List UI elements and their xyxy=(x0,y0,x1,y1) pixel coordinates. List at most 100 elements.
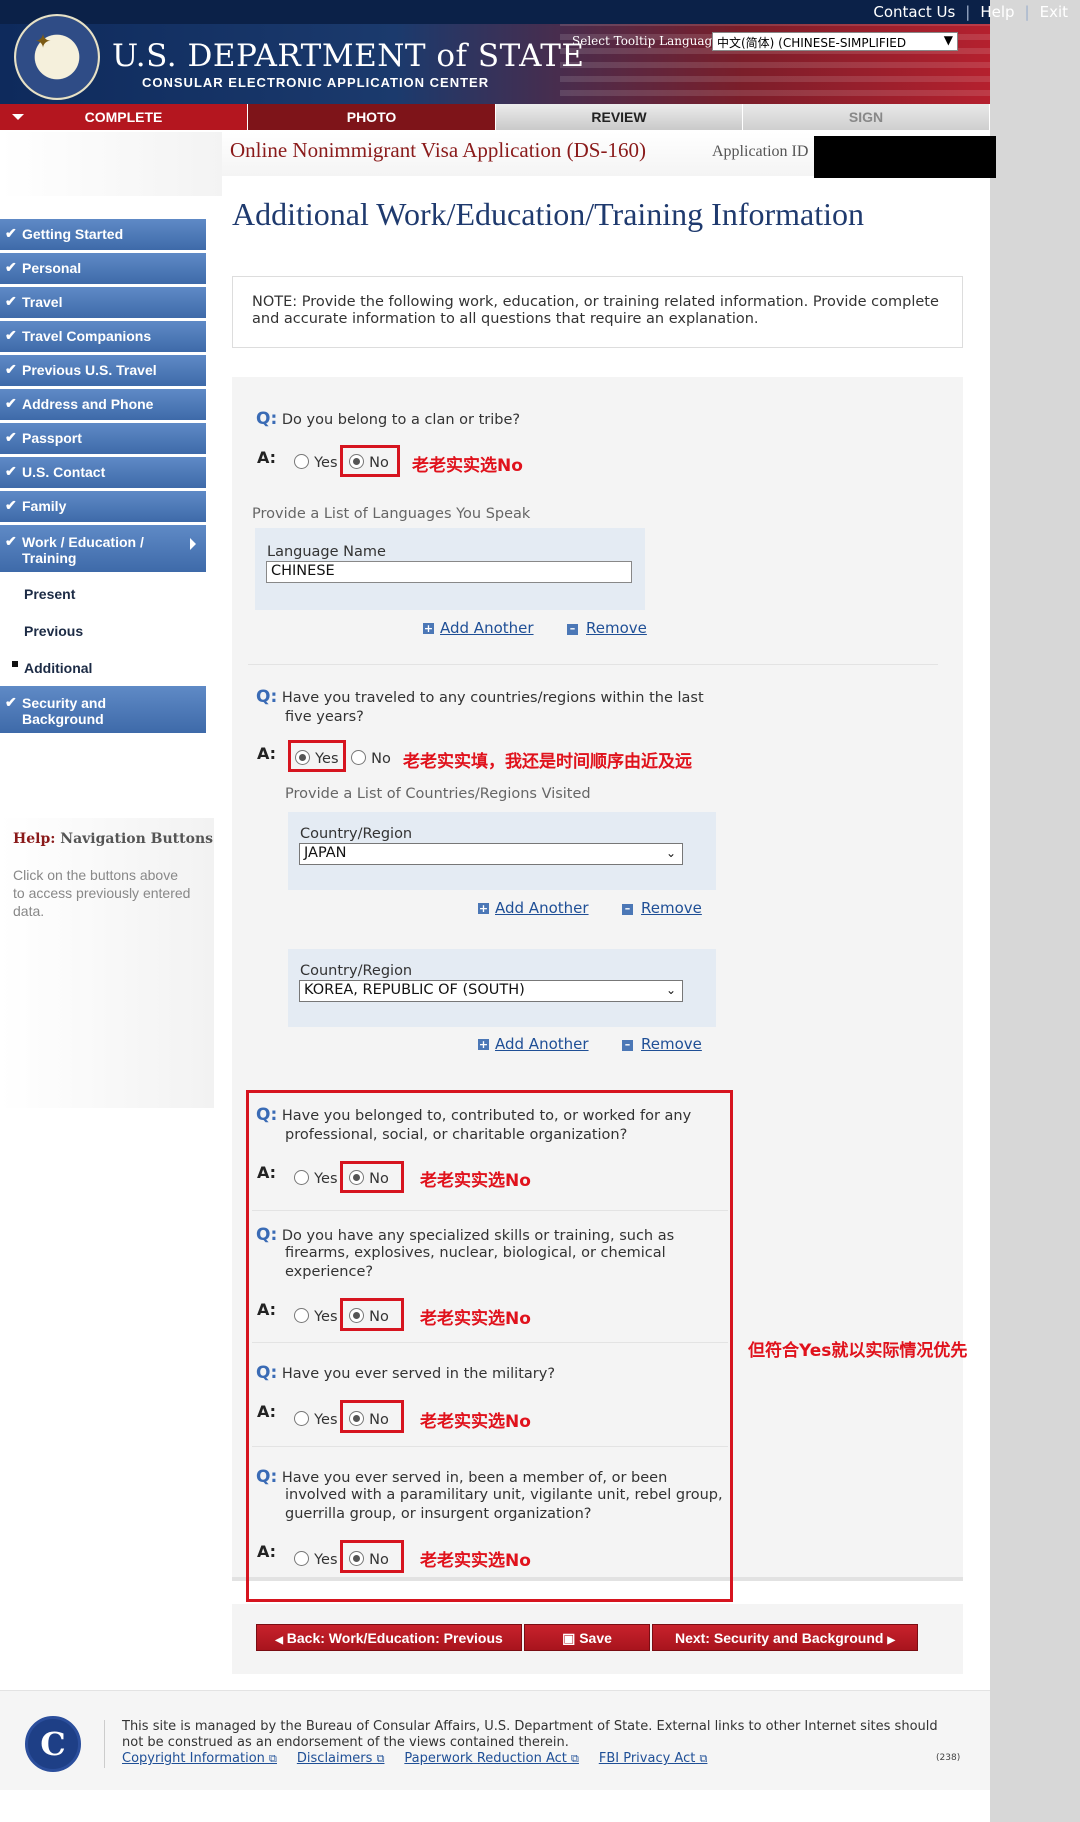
organization-no-option[interactable]: No xyxy=(349,1168,389,1187)
add-another-country-link[interactable]: + Add Another xyxy=(478,1035,589,1053)
sidebar-item-personal[interactable]: ✔ Personal xyxy=(0,253,206,284)
next-button[interactable]: Next: Security and Background ▶ xyxy=(652,1624,918,1651)
radio-button-selected[interactable] xyxy=(349,1170,364,1185)
a-label: A: xyxy=(257,1402,277,1421)
tab-complete[interactable]: COMPLETE xyxy=(0,104,248,130)
radio-label: Yes xyxy=(314,455,338,471)
tab-review[interactable]: REVIEW xyxy=(496,104,743,130)
tooltip-language-select[interactable]: 中文(简体) (CHINESE-SIMPLIFIED ▼ xyxy=(712,32,958,51)
back-button[interactable]: ◀ Back: Work/Education: Previous xyxy=(256,1624,522,1651)
paramilitary-no-option[interactable]: No xyxy=(349,1549,389,1568)
note-box: NOTE: Provide the following work, educat… xyxy=(232,276,963,348)
skills-no-option[interactable]: No xyxy=(349,1306,389,1325)
country-select-1[interactable]: JAPAN ⌄ xyxy=(299,843,683,865)
sidebar-item-label: Travel xyxy=(22,294,63,310)
sidebar-item-work-education[interactable]: ✔ Work / Education / Training xyxy=(0,525,206,572)
help-link[interactable]: Help xyxy=(980,3,1014,21)
sidebar-item-travel-companions[interactable]: ✔ Travel Companions xyxy=(0,321,206,352)
sidebar-item-label: Previous U.S. Travel xyxy=(22,362,157,378)
divider xyxy=(252,1446,728,1447)
top-bar xyxy=(0,0,990,24)
question-text: Have you belonged to, contributed to, or… xyxy=(281,1108,692,1124)
paperwork-reduction-link[interactable]: Paperwork Reduction Act ⧉ xyxy=(404,1751,578,1766)
copyright-link[interactable]: Copyright Information ⧉ xyxy=(122,1751,277,1766)
language-name-input[interactable]: CHINESE xyxy=(266,561,632,583)
tooltip-language-label: Select Tooltip Language xyxy=(572,34,720,48)
sidebar-subitem-label: Additional xyxy=(24,660,93,676)
minus-icon: – xyxy=(622,1039,633,1051)
radio-button-selected[interactable] xyxy=(349,1411,364,1426)
radio-label: No xyxy=(369,1171,389,1187)
radio-button-selected[interactable] xyxy=(349,1551,364,1566)
question-organization: Q: Have you belonged to, contributed to,… xyxy=(256,1106,691,1126)
sidebar-item-previous-us-travel[interactable]: ✔ Previous U.S. Travel xyxy=(0,355,206,386)
sidebar-subitem-present[interactable]: Present xyxy=(0,575,206,612)
question-skills-line2: firearms, explosives, nuclear, biologica… xyxy=(285,1245,666,1261)
tooltip-language-value: 中文(简体) (CHINESE-SIMPLIFIED xyxy=(717,36,907,50)
radio-button[interactable] xyxy=(294,454,309,469)
tab-label: COMPLETE xyxy=(84,109,163,125)
sidebar-item-passport[interactable]: ✔ Passport xyxy=(0,423,206,454)
disclaimers-link[interactable]: Disclaimers ⧉ xyxy=(297,1751,385,1766)
sidebar-item-travel[interactable]: ✔ Travel xyxy=(0,287,206,318)
clan-no-option[interactable]: No xyxy=(349,452,389,471)
divider xyxy=(248,664,938,665)
radio-button-selected[interactable] xyxy=(295,750,310,765)
radio-label: Yes xyxy=(314,1552,338,1568)
radio-button[interactable] xyxy=(294,1170,309,1185)
fbi-privacy-link[interactable]: FBI Privacy Act ⧉ xyxy=(599,1751,707,1766)
radio-button-selected[interactable] xyxy=(349,454,364,469)
sidebar-item-family[interactable]: ✔ Family xyxy=(0,491,206,522)
sidebar-item-us-contact[interactable]: ✔ U.S. Contact xyxy=(0,457,206,488)
help-text: Click on the buttons above to access pre… xyxy=(13,867,191,919)
radio-button[interactable] xyxy=(294,1308,309,1323)
plus-icon: + xyxy=(478,1038,489,1051)
external-link-icon: ⧉ xyxy=(269,1752,277,1765)
radio-button[interactable] xyxy=(351,750,366,765)
travel-no-option[interactable]: No xyxy=(351,748,391,767)
add-another-country-link[interactable]: + Add Another xyxy=(478,899,589,917)
tab-sign: SIGN xyxy=(743,104,990,130)
logo-letter-icon: C xyxy=(40,1725,66,1763)
country-select-2[interactable]: KOREA, REPUBLIC OF (SOUTH) ⌄ xyxy=(299,980,683,1002)
question-skills: Q: Do you have any specialized skills or… xyxy=(256,1226,674,1246)
sidebar-item-security-background[interactable]: ✔ Security and Background xyxy=(0,686,206,733)
paramilitary-yes-option[interactable]: Yes xyxy=(294,1549,338,1568)
triangle-left-icon: ◀ xyxy=(275,1635,283,1646)
tab-photo[interactable]: PHOTO xyxy=(248,104,496,130)
travel-yes-option[interactable]: Yes xyxy=(295,748,339,767)
annotation-travel-note: 老老实实填，我还是时间顺序由近及远 xyxy=(403,752,692,772)
military-yes-option[interactable]: Yes xyxy=(294,1409,338,1428)
add-another-language-link[interactable]: + Add Another xyxy=(423,619,534,637)
country-value: JAPAN xyxy=(304,845,347,861)
remove-country-link[interactable]: – Remove xyxy=(622,1035,702,1053)
radio-button[interactable] xyxy=(294,1551,309,1566)
skills-yes-option[interactable]: Yes xyxy=(294,1306,338,1325)
radio-button-selected[interactable] xyxy=(349,1308,364,1323)
sidebar-item-getting-started[interactable]: ✔ Getting Started xyxy=(0,219,206,250)
organization-yes-option[interactable]: Yes xyxy=(294,1168,338,1187)
divider xyxy=(104,1720,105,1768)
contact-us-link[interactable]: Contact Us xyxy=(873,3,955,21)
clan-yes-option[interactable]: Yes xyxy=(294,452,338,471)
remove-language-link[interactable]: – Remove xyxy=(567,619,647,637)
radio-button[interactable] xyxy=(294,1411,309,1426)
button-label: Save xyxy=(579,1630,612,1646)
remove-country-link[interactable]: – Remove xyxy=(622,899,702,917)
tab-label: SIGN xyxy=(848,109,884,125)
separator: | xyxy=(965,3,971,21)
sidebar-item-label: Family xyxy=(22,498,67,514)
minus-icon: – xyxy=(567,623,578,635)
sidebar-subitem-previous[interactable]: Previous xyxy=(0,612,206,649)
sidebar-item-address-phone[interactable]: ✔ Address and Phone xyxy=(0,389,206,420)
military-no-option[interactable]: No xyxy=(349,1409,389,1428)
question-traveled-line2: five years? xyxy=(285,709,364,725)
help-title: Help: Navigation Buttons xyxy=(13,831,213,847)
check-icon: ✔ xyxy=(5,463,17,479)
save-button[interactable]: ▣ Save xyxy=(524,1624,650,1651)
external-link-icon: ⧉ xyxy=(571,1752,579,1765)
divider xyxy=(252,1210,728,1211)
exit-link[interactable]: Exit xyxy=(1040,3,1068,21)
plus-icon: + xyxy=(478,902,489,915)
sidebar-subitem-additional[interactable]: Additional xyxy=(0,649,206,686)
